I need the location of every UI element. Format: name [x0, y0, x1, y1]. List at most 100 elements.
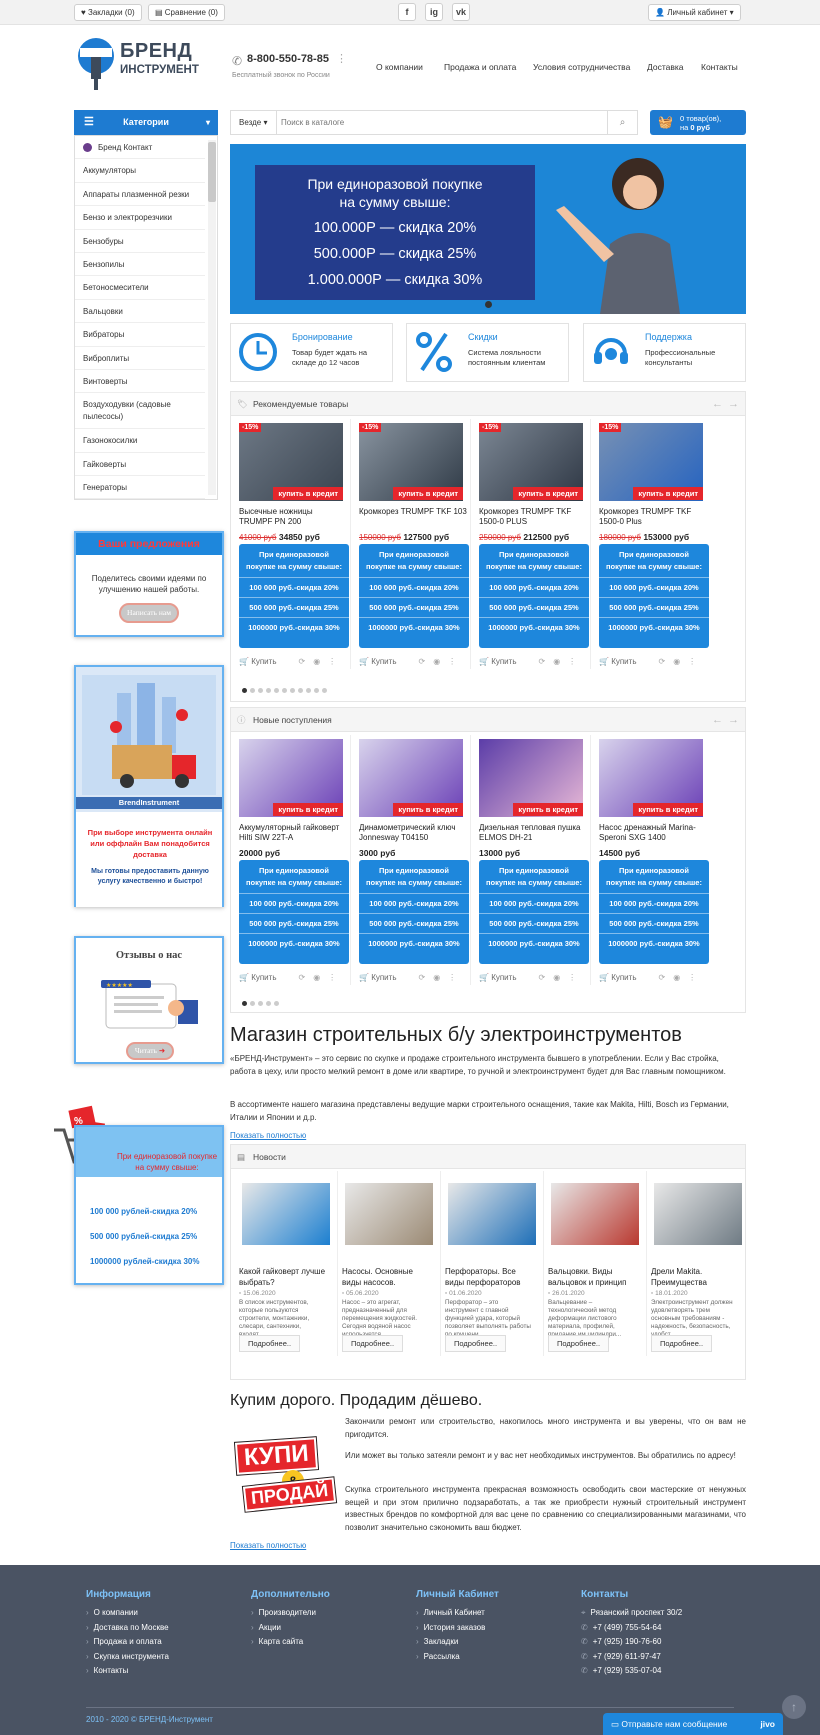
news-more-button[interactable]: Подробнее..: [651, 1335, 713, 1352]
buy-on-credit-button[interactable]: купить в кредит: [513, 803, 583, 816]
category-item[interactable]: Гайковерты: [75, 453, 205, 477]
buy-button[interactable]: Купить: [371, 657, 396, 666]
news-title[interactable]: Дрели Makita. Преимущества: [651, 1267, 741, 1288]
product-name[interactable]: Кромкорез TRUMPF TKF 103: [359, 507, 467, 517]
cart-icon[interactable]: 🛒: [239, 657, 251, 666]
footer-link[interactable]: ⌖ Рязанский проспект 30/2: [581, 1606, 731, 1621]
buy-button[interactable]: Купить: [611, 657, 636, 666]
more-icon[interactable]: ⋮: [328, 657, 336, 666]
more-icon[interactable]: ⋮: [688, 973, 696, 982]
news-card[interactable]: Дрели Makita. Преимущества ▫ 18.01.2020 Эл…: [651, 1183, 746, 1353]
footer-link[interactable]: ✆ +7 (925) 190-76-60: [581, 1635, 731, 1650]
compare-icon[interactable]: ⟳: [298, 973, 305, 982]
cart-icon[interactable]: 🛒: [479, 657, 491, 666]
more-icon[interactable]: ⋮: [448, 973, 456, 982]
category-item[interactable]: Бренд Контакт: [75, 136, 205, 160]
logo[interactable]: БРЕНД ИНСТРУМЕНТ: [74, 36, 224, 92]
facebook-icon[interactable]: f: [398, 3, 416, 21]
quick-view-icon[interactable]: ◉: [673, 657, 680, 666]
footer-link[interactable]: › История заказов: [416, 1621, 566, 1636]
category-item[interactable]: Бензопилы: [75, 253, 205, 277]
category-item[interactable]: Аккумуляторы: [75, 159, 205, 183]
buy-on-credit-button[interactable]: купить в кредит: [393, 487, 463, 500]
compare-icon[interactable]: ⟳: [418, 973, 425, 982]
product-card[interactable]: купить в кредит Насос дренажный Marina-Sp…: [591, 735, 711, 995]
product-card[interactable]: -15% купить в кредит Кромкорез TRUMPF TKF …: [471, 419, 591, 679]
quick-view-icon[interactable]: ◉: [313, 973, 320, 982]
product-name[interactable]: Кромкорез TRUMPF TKF 1500-0 Plus: [599, 507, 707, 527]
product-card[interactable]: купить в кредит Аккумуляторный гайковерт …: [231, 735, 351, 995]
arrow-right-icon[interactable]: →: [728, 708, 739, 732]
product-card[interactable]: -15% купить в кредит Кромкорез TRUMPF TKF …: [351, 419, 471, 679]
cart-button[interactable]: 🧺 0 товар(ов), на 0 руб: [650, 110, 746, 135]
buy-button[interactable]: Купить: [251, 657, 276, 666]
category-item[interactable]: Генераторы: [75, 476, 205, 499]
category-item[interactable]: Бензо и электрорезчики: [75, 206, 205, 230]
cart-icon[interactable]: 🛒: [479, 973, 491, 982]
search-input[interactable]: [281, 114, 581, 131]
product-card[interactable]: купить в кредит Динамометрический ключ Jo…: [351, 735, 471, 995]
buysell-show-more-link[interactable]: Показать полностью: [230, 1541, 306, 1550]
cart-icon[interactable]: 🛒: [359, 973, 371, 982]
news-title[interactable]: Насосы. Основные виды насосов.: [342, 1267, 432, 1288]
footer-link[interactable]: › Производители: [251, 1606, 401, 1621]
more-icon[interactable]: ⋮: [328, 973, 336, 982]
buy-on-credit-button[interactable]: купить в кредит: [273, 487, 343, 500]
scroll-top-icon[interactable]: ↑: [782, 1695, 806, 1719]
arrow-right-icon[interactable]: →: [728, 392, 739, 416]
instagram-icon[interactable]: ig: [425, 3, 443, 21]
about-show-more-link[interactable]: Показать полностью: [230, 1131, 306, 1140]
footer-link[interactable]: ✆ +7 (929) 611-97-47: [581, 1650, 731, 1665]
more-icon[interactable]: ⋮: [688, 657, 696, 666]
news-title[interactable]: Перфораторы. Все виды перфораторов: [445, 1267, 535, 1288]
nav-about[interactable]: О компании: [376, 62, 423, 72]
category-item[interactable]: Вальцовки: [75, 300, 205, 324]
news-more-button[interactable]: Подробнее..: [239, 1335, 301, 1352]
buy-on-credit-button[interactable]: купить в кредит: [513, 487, 583, 500]
news-card[interactable]: Перфораторы. Все виды перфораторов ▫ 01.0…: [445, 1171, 544, 1356]
write-us-button[interactable]: Написать нам: [119, 603, 179, 623]
cart-icon[interactable]: 🛒: [599, 973, 611, 982]
news-image[interactable]: [448, 1183, 536, 1245]
quick-view-icon[interactable]: ◉: [433, 973, 440, 982]
news-more-button[interactable]: Подробнее..: [342, 1335, 404, 1352]
product-name[interactable]: Высечные ножницы TRUMPF PN 200: [239, 507, 347, 527]
buy-button[interactable]: Купить: [251, 973, 276, 982]
category-item[interactable]: Бензобуры: [75, 230, 205, 253]
buy-button[interactable]: Купить: [371, 973, 396, 982]
footer-link[interactable]: › Доставка по Москве: [86, 1621, 236, 1636]
cart-icon[interactable]: 🛒: [599, 657, 611, 666]
footer-link[interactable]: › Карта сайта: [251, 1635, 401, 1650]
product-name[interactable]: Аккумуляторный гайковерт Hilti SIW 22T-A: [239, 823, 347, 843]
delivery-widget[interactable]: BrendInstrument При выборе инструмента о…: [74, 665, 224, 907]
footer-link[interactable]: › Закладки: [416, 1635, 566, 1650]
quick-view-icon[interactable]: ◉: [553, 973, 560, 982]
compare-icon[interactable]: ⟳: [658, 657, 665, 666]
footer-link[interactable]: › Контакты: [86, 1664, 236, 1679]
hero-slider-dot[interactable]: [485, 301, 492, 308]
buy-on-credit-button[interactable]: купить в кредит: [633, 803, 703, 816]
cart-icon[interactable]: 🛒: [239, 973, 251, 982]
new-items-pager[interactable]: [242, 998, 282, 1008]
news-card[interactable]: Вальцовки. Виды вальцовок и принцип ▫ 26.…: [548, 1171, 647, 1356]
arrow-left-icon[interactable]: ←: [712, 708, 723, 732]
search-scope-select[interactable]: Везде ▾: [231, 111, 277, 134]
compare-button[interactable]: ▤ Сравнение (0): [148, 4, 225, 21]
more-icon[interactable]: ⋮: [568, 657, 576, 666]
news-card[interactable]: Насосы. Основные виды насосов. ▫ 05.06.20…: [342, 1171, 441, 1356]
compare-icon[interactable]: ⟳: [538, 657, 545, 666]
buy-button[interactable]: Купить: [491, 657, 516, 666]
product-card[interactable]: -15% купить в кредит Кромкорез TRUMPF TKF …: [591, 419, 711, 679]
more-icon[interactable]: ⋮: [448, 657, 456, 666]
footer-link[interactable]: › О компании: [86, 1606, 236, 1621]
footer-link[interactable]: › Продажа и оплата: [86, 1635, 236, 1650]
news-title[interactable]: Какой гайковерт лучше выбрать?: [239, 1267, 329, 1288]
product-name[interactable]: Кромкорез TRUMPF TKF 1500-0 PLUS: [479, 507, 587, 527]
footer-link[interactable]: ✆ +7 (499) 755-54-64: [581, 1621, 731, 1636]
news-title[interactable]: Вальцовки. Виды вальцовок и принцип: [548, 1267, 638, 1288]
news-image[interactable]: [345, 1183, 433, 1245]
nav-sales[interactable]: Продажа и оплата: [444, 62, 516, 72]
compare-icon[interactable]: ⟳: [658, 973, 665, 982]
category-item[interactable]: Газонокосилки: [75, 429, 205, 453]
news-image[interactable]: [654, 1183, 742, 1245]
